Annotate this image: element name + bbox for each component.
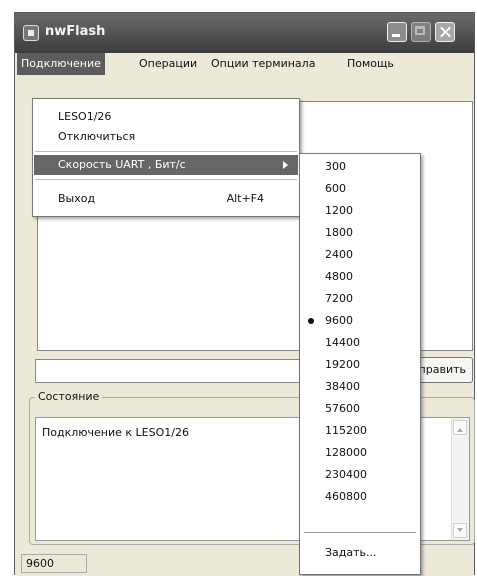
maximize-button[interactable]	[411, 22, 431, 42]
menu-item-uart-speed-label: Скорость UART , Бит/с	[58, 158, 186, 171]
menu-item-exit[interactable]: Выход Alt+F4	[34, 189, 298, 209]
baud-rate-item[interactable]: 1200	[301, 200, 419, 222]
menu-item-uart-speed[interactable]: Скорость UART , Бит/с	[34, 155, 298, 175]
baud-rate-label: 230400	[325, 468, 367, 481]
menu-item-device[interactable]: LESO1/26	[34, 107, 298, 127]
baud-rate-label: 38400	[325, 380, 360, 393]
baud-rate-item[interactable]: 300	[301, 156, 419, 178]
baud-rate-item[interactable]: 600	[301, 178, 419, 200]
baud-rate-label: 9600	[325, 314, 353, 327]
status-scrollbar[interactable]	[451, 418, 469, 540]
baud-rate-label: 57600	[325, 402, 360, 415]
baud-rate-label: 115200	[325, 424, 367, 437]
menu-item-disconnect[interactable]: Отключиться	[34, 127, 298, 147]
baud-rate-item[interactable]: 128000	[301, 442, 419, 464]
scroll-down-icon[interactable]	[453, 523, 467, 538]
baud-rate-item[interactable]: 115200	[301, 420, 419, 442]
baud-rate-label: 600	[325, 182, 346, 195]
minimize-button[interactable]	[387, 22, 407, 42]
baud-rate-label: 14400	[325, 336, 360, 349]
baud-rate-item[interactable]: 14400	[301, 332, 419, 354]
status-group-label: Состояние	[35, 390, 103, 403]
baud-rate-item[interactable]: 38400	[301, 376, 419, 398]
baud-rate-submenu: 300 600 1200 1800 2400 4800 7200 9600 14400 19200…	[299, 153, 421, 575]
baud-rate-custom-item[interactable]: Задать...	[301, 542, 419, 564]
status-log-text: Подключение к LESO1/26	[42, 426, 189, 439]
menu-terminal-options[interactable]: Опции терминала	[207, 53, 319, 75]
title-bar[interactable]: nwFlash	[15, 13, 474, 53]
baud-rate-label: 1800	[325, 226, 353, 239]
radio-selected-icon	[308, 318, 314, 324]
baud-rate-item[interactable]: 4800	[301, 266, 419, 288]
baud-rate-label: 128000	[325, 446, 367, 459]
app-window: nwFlash Подключение Операции Опции терми…	[14, 12, 475, 576]
baud-rate-label: 1200	[325, 204, 353, 217]
menu-connection[interactable]: Подключение	[17, 53, 105, 75]
baud-rate-item[interactable]: 230400	[301, 464, 419, 486]
window-title: nwFlash	[45, 24, 106, 39]
menu-separator	[304, 532, 416, 533]
menu-separator	[35, 179, 297, 180]
baud-rate-label: 300	[325, 160, 346, 173]
submenu-arrow-icon	[283, 161, 288, 169]
baud-rate-label: 460800	[325, 490, 367, 503]
menu-help[interactable]: Помощь	[343, 53, 398, 75]
menu-separator	[35, 151, 297, 152]
baud-rate-item[interactable]: 460800	[301, 486, 419, 508]
baud-rate-item[interactable]: 9600	[301, 310, 419, 332]
menu-bar: Подключение Операции Опции терминала Пом…	[15, 53, 474, 75]
baud-rate-label: 2400	[325, 248, 353, 261]
menu-item-exit-label: Выход	[58, 192, 96, 205]
baud-rate-item[interactable]: 2400	[301, 244, 419, 266]
baud-rate-item[interactable]: 19200	[301, 354, 419, 376]
menu-operations[interactable]: Операции	[135, 53, 201, 75]
baud-rate-item[interactable]: 7200	[301, 288, 419, 310]
close-button[interactable]	[435, 22, 455, 42]
scroll-up-icon[interactable]	[453, 420, 467, 435]
menu-item-exit-shortcut: Alt+F4	[226, 192, 264, 205]
statusbar-baud: 9600	[21, 554, 87, 573]
baud-rate-label: 19200	[325, 358, 360, 371]
baud-rate-item[interactable]: 1800	[301, 222, 419, 244]
app-icon	[23, 25, 39, 41]
baud-rate-label: 7200	[325, 292, 353, 305]
baud-rate-item[interactable]: 57600	[301, 398, 419, 420]
baud-rate-label: 4800	[325, 270, 353, 283]
connection-dropdown: LESO1/26 Отключиться Скорость UART , Бит…	[32, 98, 300, 217]
